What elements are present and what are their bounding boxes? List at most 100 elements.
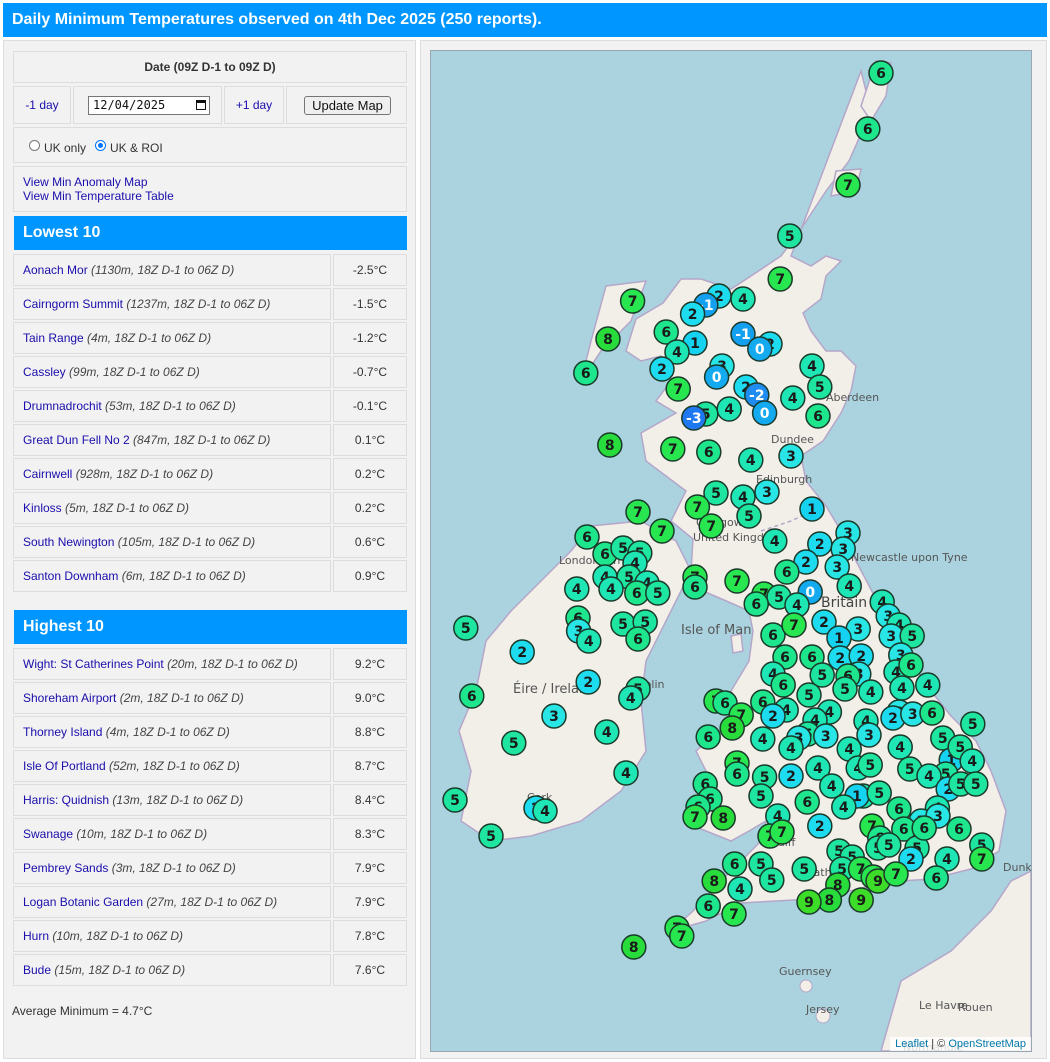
temperature-marker[interactable]: 5 (453, 615, 479, 641)
temperature-marker[interactable]: 4 (727, 876, 753, 902)
temperature-marker[interactable]: 5 (501, 730, 527, 756)
temperature-marker[interactable]: 6 (855, 116, 881, 142)
temperature-marker[interactable]: 4 (836, 573, 862, 599)
temperature-marker[interactable]: 4 (598, 576, 624, 602)
temperature-marker[interactable]: 5 (963, 771, 989, 797)
temperature-marker[interactable]: 2 (679, 301, 706, 327)
temperature-marker[interactable]: 7 (669, 923, 695, 949)
station-link[interactable]: Aonach Mor (23, 263, 88, 277)
temperature-marker[interactable]: 5 (478, 823, 504, 849)
temperature-marker[interactable]: 7 (769, 819, 795, 845)
station-link[interactable]: Cairnwell (23, 467, 72, 481)
temperature-marker[interactable]: 6 (682, 574, 708, 600)
temperature-marker[interactable]: 5 (748, 783, 774, 809)
temperature-marker[interactable]: 7 (665, 376, 691, 402)
temperature-marker[interactable]: 6 (805, 403, 831, 429)
temperature-marker[interactable]: 6 (695, 893, 721, 919)
temperature-marker[interactable]: 3 (778, 443, 804, 469)
temperature-marker[interactable]: 2 (649, 356, 675, 382)
temperature-marker[interactable]: 4 (564, 576, 590, 602)
station-link[interactable]: Wight: St Catherines Point (23, 657, 164, 671)
temperature-marker[interactable]: 4 (858, 679, 884, 705)
temperature-marker[interactable]: 7 (724, 568, 750, 594)
temperature-marker[interactable]: 4 (887, 734, 913, 760)
temperature-marker[interactable]: 8 (701, 868, 727, 894)
temperature-marker[interactable]: 2 (509, 639, 535, 665)
station-link[interactable]: Santon Downham (23, 569, 118, 583)
temperature-marker[interactable]: 6 (721, 851, 748, 877)
temperature-marker[interactable]: 2 (778, 763, 804, 789)
temperature-marker[interactable]: 0 (751, 400, 778, 426)
temperature-marker[interactable]: 7 (682, 804, 708, 830)
temperature-marker[interactable]: 4 (594, 719, 620, 745)
temperature-marker[interactable]: 4 (532, 798, 558, 824)
station-link[interactable]: Drumnadrochit (23, 399, 102, 413)
temperature-marker[interactable]: 6 (911, 815, 937, 841)
temperature-marker[interactable]: 6 (946, 816, 972, 842)
station-link[interactable]: Logan Botanic Garden (23, 895, 143, 909)
temperature-marker[interactable]: 6 (743, 591, 769, 617)
temperature-marker[interactable]: 8 (710, 805, 736, 831)
temperature-marker[interactable]: 4 (778, 735, 804, 761)
station-link[interactable]: Shoreham Airport (23, 691, 116, 705)
temperature-marker[interactable]: 4 (716, 396, 742, 422)
temperature-marker[interactable]: 7 (781, 612, 807, 638)
temperature-marker[interactable]: 4 (959, 748, 985, 774)
station-link[interactable]: Thorney Island (23, 725, 102, 739)
temperature-marker[interactable]: 4 (750, 726, 776, 752)
station-link[interactable]: Bude (23, 963, 51, 977)
update-map-button[interactable]: Update Map (304, 96, 391, 115)
temperature-marker[interactable]: 3 (754, 479, 780, 505)
temperature-marker[interactable]: 6 (794, 789, 820, 815)
temperature-marker[interactable]: 6 (574, 524, 600, 550)
temperature-marker[interactable]: 8 (621, 934, 647, 960)
temperature-marker[interactable]: 4 (613, 760, 639, 786)
station-link[interactable]: Tain Range (23, 331, 84, 345)
temperature-marker[interactable]: 7 (835, 172, 861, 198)
station-link[interactable]: Isle Of Portland (23, 759, 106, 773)
calendar-icon[interactable] (196, 100, 206, 110)
temperature-marker[interactable]: 4 (730, 286, 756, 312)
temperature-marker[interactable]: 5 (442, 787, 468, 813)
temperature-marker[interactable]: 4 (576, 628, 602, 654)
temperature-marker[interactable]: 4 (915, 672, 941, 698)
temperature-marker[interactable]: 5 (796, 682, 822, 708)
temperature-marker[interactable]: 2 (575, 669, 601, 695)
temperature-marker[interactable]: 5 (960, 711, 986, 737)
temperature-marker[interactable]: 6 (770, 672, 796, 698)
station-link[interactable]: Kinloss (23, 501, 62, 515)
temperature-marker[interactable]: 5 (807, 374, 833, 400)
temperature-marker[interactable]: 5 (736, 503, 762, 529)
temperature-map[interactable]: AberdeenDundeeEdinburghGlasgowUnited Kin… (430, 50, 1032, 1052)
temperature-marker[interactable]: 6 (774, 559, 800, 585)
uk-only-label[interactable]: UK only (44, 141, 86, 155)
prev-day-link[interactable]: -1 day (25, 98, 58, 112)
temperature-marker[interactable]: 7 (619, 288, 646, 314)
station-link[interactable]: Hurn (23, 929, 49, 943)
temperature-marker[interactable]: 2 (807, 813, 833, 839)
temperature-marker[interactable]: 6 (695, 724, 721, 750)
openstreetmap-link[interactable]: OpenStreetMap (948, 1038, 1026, 1050)
temperature-marker[interactable]: 9 (848, 887, 874, 913)
temperature-marker[interactable]: 4 (819, 773, 845, 799)
temperature-marker[interactable]: 1 (799, 496, 825, 522)
temperature-marker[interactable]: 7 (721, 901, 747, 927)
leaflet-link[interactable]: Leaflet (895, 1038, 928, 1050)
min-temperature-table-link[interactable]: View Min Temperature Table (23, 189, 174, 203)
temperature-marker[interactable]: 3 (813, 723, 839, 749)
temperature-marker[interactable]: 0 (703, 364, 730, 390)
temperature-marker[interactable]: 0 (747, 336, 773, 362)
temperature-marker[interactable]: 9 (796, 889, 822, 915)
temperature-marker[interactable]: 5 (777, 223, 803, 249)
date-input[interactable]: 12/04/2025 (88, 96, 210, 115)
temperature-marker[interactable]: 7 (969, 846, 995, 872)
temperature-marker[interactable]: 7 (649, 518, 675, 544)
next-day-link[interactable]: +1 day (236, 98, 272, 112)
map-canvas[interactable]: AberdeenDundeeEdinburghGlasgowUnited Kin… (431, 51, 1031, 1051)
temperature-marker[interactable]: 2 (760, 703, 786, 729)
temperature-marker[interactable]: 4 (831, 794, 857, 820)
station-link[interactable]: South Newington (23, 535, 114, 549)
temperature-marker[interactable]: 6 (459, 683, 485, 709)
station-link[interactable]: Cassley (23, 365, 66, 379)
temperature-marker[interactable]: 6 (625, 626, 651, 652)
